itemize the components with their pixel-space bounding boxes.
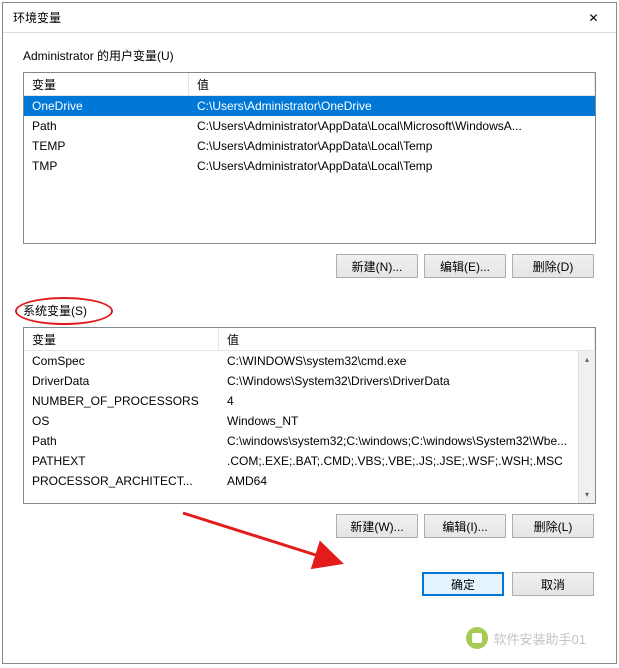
cell-name: DriverData — [24, 372, 219, 390]
cell-name: ComSpec — [24, 352, 219, 370]
table-row[interactable]: NUMBER_OF_PROCESSORS4 — [24, 391, 595, 411]
dialog-title: 环境变量 — [13, 9, 571, 26]
user-new-button[interactable]: 新建(N)... — [336, 254, 418, 278]
cell-value: C:\WINDOWS\system32\cmd.exe — [219, 352, 595, 370]
user-edit-button[interactable]: 编辑(E)... — [424, 254, 506, 278]
sys-col-value[interactable]: 值 — [219, 328, 595, 350]
cell-value: C:\windows\system32;C:\windows;C:\window… — [219, 432, 595, 450]
watermark: 软件安装助手01 — [466, 627, 586, 649]
system-vars-header: 变量 值 — [24, 328, 595, 351]
scrollbar[interactable]: ▴ ▾ — [578, 351, 595, 503]
cell-name: OS — [24, 412, 219, 430]
table-row[interactable]: PATHEXT.COM;.EXE;.BAT;.CMD;.VBS;.VBE;.JS… — [24, 451, 595, 471]
titlebar: 环境变量 ✕ — [3, 3, 616, 33]
close-icon: ✕ — [588, 11, 598, 25]
system-vars-label: 系统变量(S) — [23, 302, 87, 319]
cell-value: 4 — [219, 392, 595, 410]
cell-value: .COM;.EXE;.BAT;.CMD;.VBS;.VBE;.JS;.JSE;.… — [219, 452, 595, 470]
system-edit-button[interactable]: 编辑(I)... — [424, 514, 506, 538]
scroll-down-icon[interactable]: ▾ — [579, 486, 595, 503]
user-vars-label: Administrator 的用户变量(U) — [23, 47, 174, 64]
table-row[interactable]: PathC:\windows\system32;C:\windows;C:\wi… — [24, 431, 595, 451]
table-row[interactable]: DriverDataC:\Windows\System32\Drivers\Dr… — [24, 371, 595, 391]
system-delete-button[interactable]: 删除(L) — [512, 514, 594, 538]
cell-value: C:\Windows\System32\Drivers\DriverData — [219, 372, 595, 390]
table-row[interactable]: TMPC:\Users\Administrator\AppData\Local\… — [24, 156, 595, 176]
cell-name: OneDrive — [24, 97, 189, 115]
cell-value: C:\Users\Administrator\OneDrive — [189, 97, 595, 115]
close-button[interactable]: ✕ — [571, 3, 616, 33]
cell-name: Path — [24, 432, 219, 450]
table-row[interactable]: TEMPC:\Users\Administrator\AppData\Local… — [24, 136, 595, 156]
ok-button[interactable]: 确定 — [422, 572, 504, 596]
table-row[interactable]: ComSpecC:\WINDOWS\system32\cmd.exe — [24, 351, 595, 371]
cell-value: Windows_NT — [219, 412, 595, 430]
cell-value: C:\Users\Administrator\AppData\Local\Tem… — [189, 157, 595, 175]
table-row[interactable]: OSWindows_NT — [24, 411, 595, 431]
cell-value: C:\Users\Administrator\AppData\Local\Tem… — [189, 137, 595, 155]
user-col-name[interactable]: 变量 — [24, 73, 189, 95]
watermark-text: 软件安装助手01 — [494, 629, 586, 648]
cell-name: Path — [24, 117, 189, 135]
user-variables-group: Administrator 的用户变量(U) 变量 值 OneDriveC:\U… — [23, 47, 596, 278]
cell-name: TEMP — [24, 137, 189, 155]
user-vars-header: 变量 值 — [24, 73, 595, 96]
cell-value: AMD64 — [219, 472, 595, 490]
cancel-button[interactable]: 取消 — [512, 572, 594, 596]
user-vars-list[interactable]: 变量 值 OneDriveC:\Users\Administrator\OneD… — [23, 72, 596, 244]
system-vars-list[interactable]: 变量 值 ComSpecC:\WINDOWS\system32\cmd.exeD… — [23, 327, 596, 504]
cell-name: NUMBER_OF_PROCESSORS — [24, 392, 219, 410]
watermark-logo-icon — [466, 627, 488, 649]
user-delete-button[interactable]: 删除(D) — [512, 254, 594, 278]
table-row[interactable]: PROCESSOR_ARCHITECT...AMD64 — [24, 471, 595, 491]
sys-col-name[interactable]: 变量 — [24, 328, 219, 350]
cell-name: PROCESSOR_ARCHITECT... — [24, 472, 219, 490]
user-col-value[interactable]: 值 — [189, 73, 595, 95]
scroll-up-icon[interactable]: ▴ — [579, 351, 595, 368]
table-row[interactable]: OneDriveC:\Users\Administrator\OneDrive — [24, 96, 595, 116]
table-row[interactable]: PathC:\Users\Administrator\AppData\Local… — [24, 116, 595, 136]
system-new-button[interactable]: 新建(W)... — [336, 514, 418, 538]
cell-name: TMP — [24, 157, 189, 175]
cell-value: C:\Users\Administrator\AppData\Local\Mic… — [189, 117, 595, 135]
system-variables-group: 系统变量(S) 变量 值 ComSpecC:\WINDOWS\system32\… — [23, 302, 596, 538]
cell-name: PATHEXT — [24, 452, 219, 470]
